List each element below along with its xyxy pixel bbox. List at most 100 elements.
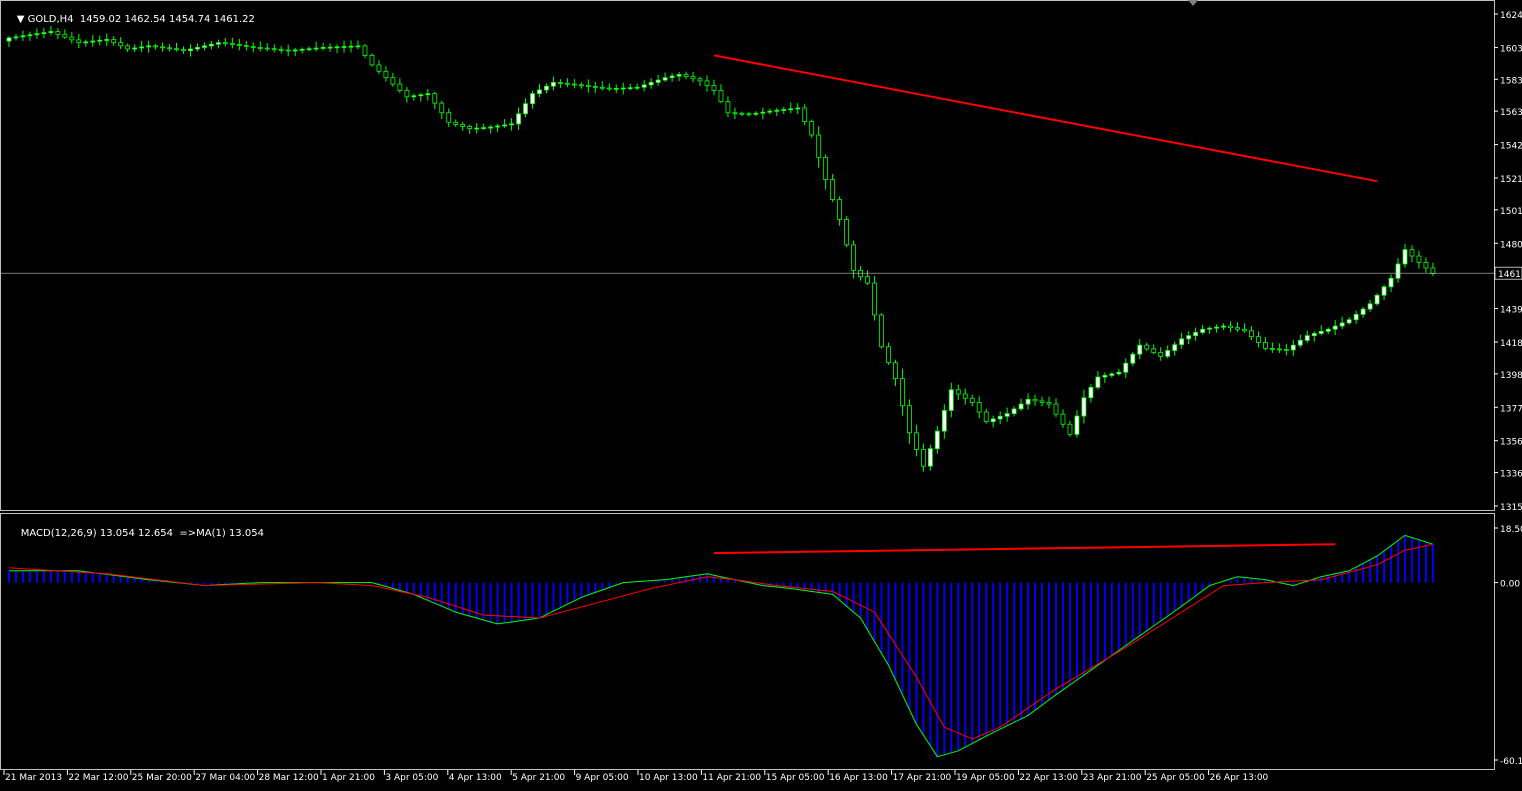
time-tick-label: 9 Apr 05:00 (576, 773, 629, 783)
candle-body (1179, 338, 1185, 346)
price-tick-label: 1501. (1500, 207, 1522, 217)
candle-body (1388, 277, 1394, 288)
candle-body (578, 84, 584, 87)
price-tick-label: 1418. (1500, 339, 1522, 349)
candle-body (907, 405, 912, 434)
candle-body (948, 389, 954, 411)
candle-body (1165, 350, 1171, 357)
candle-body (341, 46, 347, 48)
candle-body (209, 43, 214, 47)
candle-body (788, 108, 794, 111)
candle-body (1116, 371, 1122, 375)
candle-body (404, 90, 410, 98)
candle-body (1346, 319, 1352, 324)
candle-body (1004, 413, 1010, 417)
candle-body (544, 85, 549, 91)
candle-body (1186, 335, 1192, 340)
candle-body (704, 80, 710, 87)
candle-body (1332, 325, 1338, 330)
candle-body (327, 46, 333, 49)
candle-body (1151, 348, 1157, 354)
candle-body (858, 269, 863, 278)
candle-body (104, 39, 110, 41)
time-tick-label: 21 Mar 2013 (5, 773, 62, 783)
price-tick-label: 1377. (1500, 404, 1522, 414)
candle-body (1318, 330, 1324, 334)
time-tick-label: 10 Apr 13:00 (639, 773, 698, 783)
candle-body (1144, 344, 1150, 350)
candle-body (711, 85, 717, 91)
candle-body (969, 397, 975, 403)
candle-body (1304, 335, 1310, 341)
candle-body (488, 126, 494, 129)
candle-body (453, 121, 459, 125)
candle-body (1102, 375, 1108, 378)
candle-body (941, 410, 947, 432)
candle-body (1297, 340, 1303, 346)
candle-body (1353, 314, 1359, 321)
time-tick-label: 5 Apr 21:00 (512, 773, 565, 783)
candle-body (1067, 423, 1073, 435)
time-tick-label: 19 Apr 05:00 (956, 773, 1015, 783)
candle-body (571, 83, 577, 86)
candle-body (376, 64, 382, 72)
candle-body (823, 156, 829, 180)
candle-body (1374, 294, 1380, 305)
candle-body (474, 127, 480, 130)
candle-body (1011, 408, 1017, 415)
candle-body (739, 112, 745, 115)
candle-body (118, 42, 124, 47)
candle-body (662, 77, 668, 81)
candle-body (97, 39, 103, 42)
candle-body (851, 244, 856, 271)
candle-body (1228, 325, 1233, 329)
candle-body (1276, 348, 1282, 351)
candle-body (914, 432, 919, 450)
chart-window[interactable]: 1461. 1624. 1603. 1583. 1563. 1542. 1521. 1501.… (0, 0, 1522, 787)
main-header: ▼ GOLD,H4 1459.02 1462.54 1454.74 1461.2… (4, 3, 255, 36)
candle-body (446, 112, 452, 123)
candle-body (983, 411, 989, 423)
candle-body (411, 95, 417, 98)
candle-body (1325, 328, 1331, 332)
time-tick-label: 1 Apr 21:00 (322, 773, 375, 783)
candle-body (1193, 332, 1198, 337)
time-tick-label: 15 Apr 05:00 (766, 773, 825, 783)
candle-body (523, 103, 528, 115)
candle-body (844, 218, 849, 246)
candle-body (620, 87, 626, 90)
candle-body (1172, 344, 1178, 351)
candle-body (146, 45, 152, 48)
candle-body (362, 45, 368, 56)
ohlc-label: 1459.02 1462.54 1454.74 1461.22 (79, 14, 255, 25)
time-tick-label: 16 Apr 13:00 (829, 773, 888, 783)
candle-body (495, 125, 501, 128)
candle-body (418, 94, 424, 97)
candle-body (132, 47, 138, 50)
candle-body (6, 37, 12, 42)
candle-body (153, 45, 158, 48)
candle-body (1074, 415, 1080, 435)
candle-body (1207, 327, 1212, 330)
time-tick-label: 25 Apr 05:00 (1146, 773, 1205, 783)
dropdown-arrow-icon[interactable]: ▼ (17, 14, 28, 25)
price-tick-label: 1583. (1500, 76, 1522, 86)
gold-h4-chart[interactable]: 1461. 1624. 1603. 1583. 1563. 1542. 1521. 1501.… (0, 0, 1522, 787)
candle-body (1395, 263, 1401, 279)
candle-body (920, 449, 926, 467)
price-tick-label: 1563. (1500, 108, 1522, 118)
macd-tick-label: 18.502 (1500, 525, 1522, 535)
candle-body (530, 93, 535, 105)
candle-body (900, 378, 905, 407)
candle-body (1263, 342, 1268, 349)
time-tick-label: 28 Mar 12:00 (259, 773, 319, 783)
candle-body (1200, 328, 1205, 333)
candle-body (1235, 327, 1240, 330)
candle-body (264, 47, 270, 50)
candle-body (1290, 344, 1296, 351)
candle-body (1053, 403, 1059, 415)
candle-body (481, 127, 487, 129)
candle-body (320, 47, 326, 49)
candle-body (732, 112, 738, 115)
candle-body (997, 415, 1003, 420)
